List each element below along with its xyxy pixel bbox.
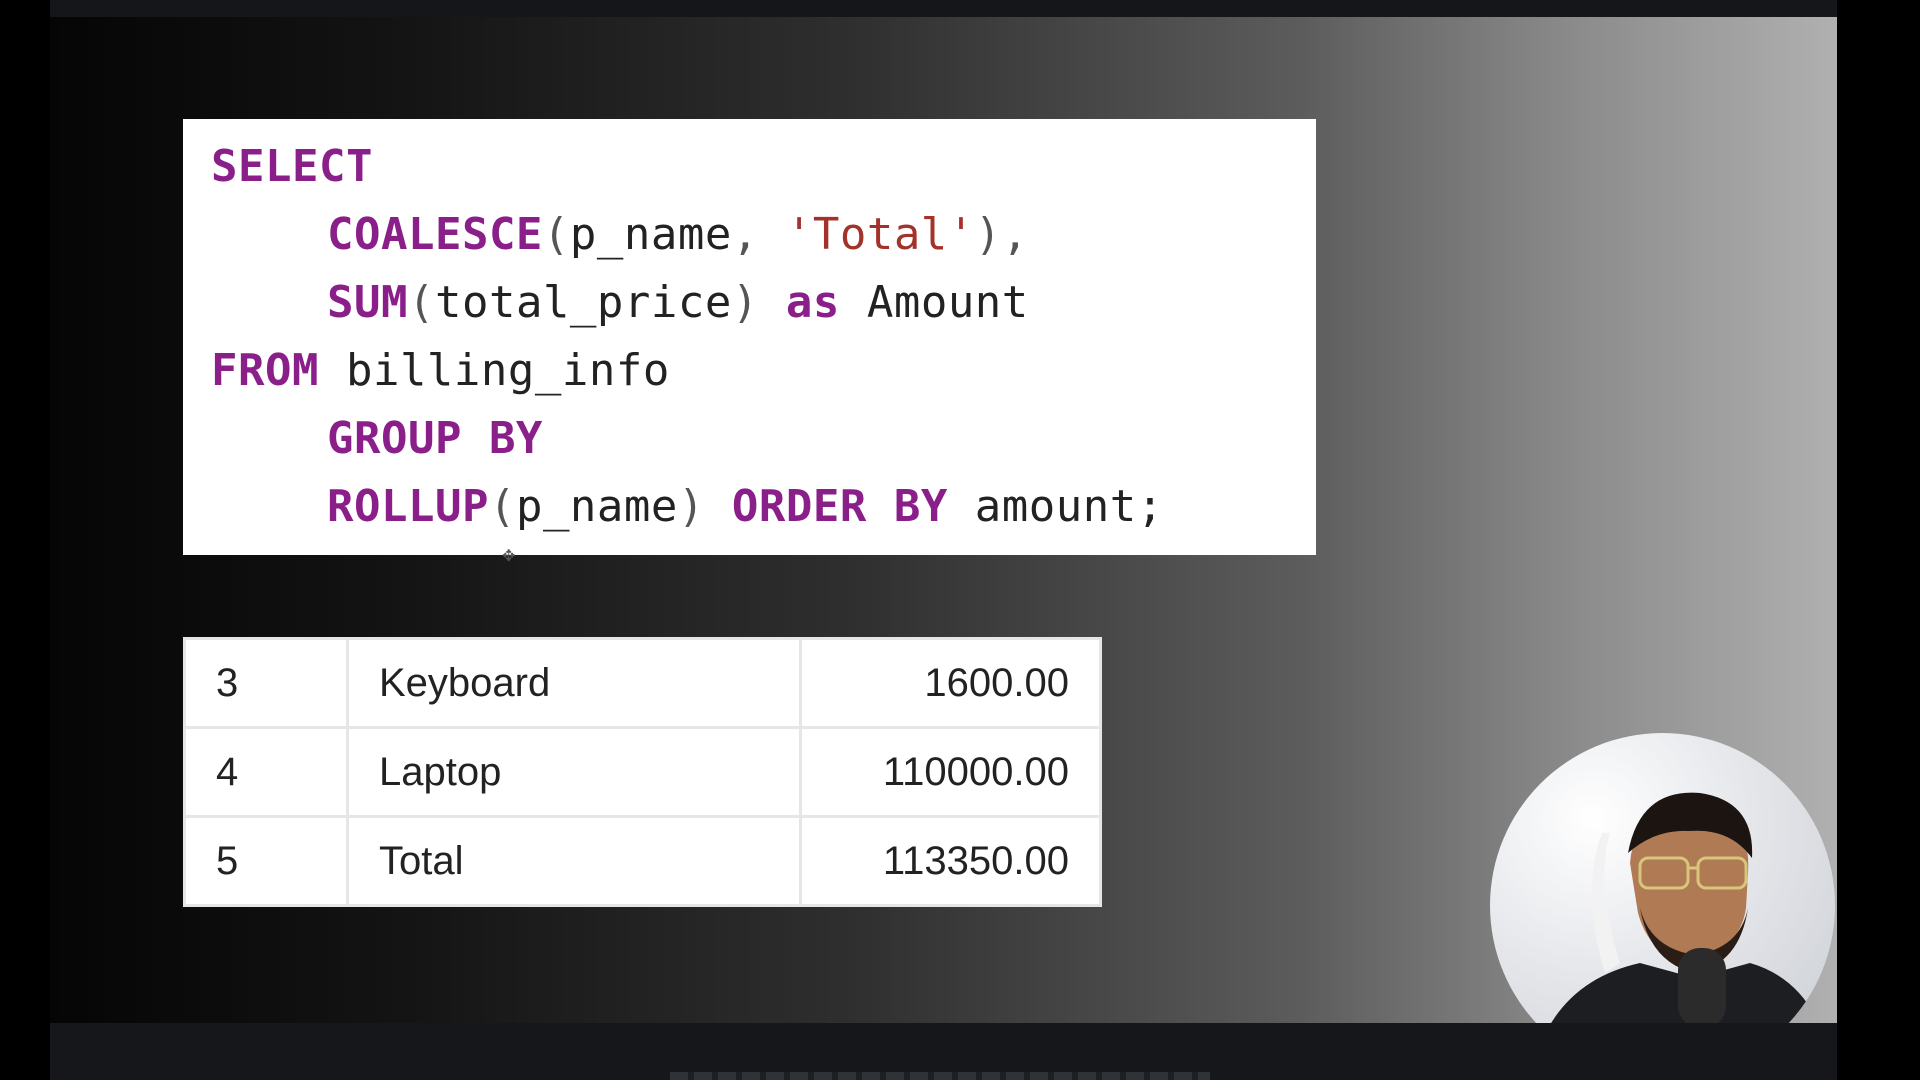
product-name-cell: Laptop [346, 726, 802, 818]
amount-cell: 1600.00 [799, 637, 1102, 729]
code-token: total_price [434, 277, 732, 328]
code-token: COALESCE [327, 209, 543, 260]
bottom-caption-strip [670, 1072, 1210, 1080]
code-token: 'Total' [785, 209, 975, 260]
code-token: ( [542, 209, 570, 260]
code-token: p_name [515, 481, 678, 532]
code-token: ( [407, 277, 435, 328]
code-token: ORDER BY [731, 481, 948, 532]
code-token: FROM [211, 345, 319, 396]
code-token: GROUP BY [327, 413, 543, 464]
code-token: SELECT [211, 141, 373, 192]
code-token: ), [974, 209, 1029, 260]
code-token: , [731, 209, 786, 260]
video-frame: SELECT COALESCE(p_name, 'Total'), SUM(tota… [0, 0, 1920, 1080]
row-number-cell: 5 [183, 815, 349, 907]
code-token: Amount [839, 277, 1029, 328]
table-row: 5 Total 113350.00 [183, 815, 1102, 907]
code-token: ROLLUP [327, 481, 489, 532]
top-bar [50, 0, 1837, 17]
code-line: GROUP BY [211, 405, 1288, 473]
code-token: SUM [327, 277, 408, 328]
code-line: COALESCE(p_name, 'Total'), [211, 201, 1288, 269]
code-line: SELECT [211, 133, 1288, 201]
product-name-cell: Total [346, 815, 802, 907]
amount-cell: 110000.00 [799, 726, 1102, 818]
code-line: SUM(total_price) as Amount [211, 269, 1288, 337]
query-result-table: 3 Keyboard 1600.00 4 Laptop 110000.00 5 Total 11… [183, 637, 1102, 907]
code-token: as [785, 277, 840, 328]
product-name-cell: Keyboard [346, 637, 802, 729]
row-number-cell: 4 [183, 726, 349, 818]
code-token: ) [731, 277, 786, 328]
code-token: amount; [947, 481, 1164, 532]
row-number-cell: 3 [183, 637, 349, 729]
code-token: ) [677, 481, 732, 532]
code-token: billing_info [318, 345, 670, 396]
code-line: ROLLUP(p_name) ORDER BY amount; [211, 473, 1288, 541]
table-row: 3 Keyboard 1600.00 [183, 637, 1102, 729]
mouse-cursor-icon: ✥ [502, 548, 516, 565]
code-token: p_name [569, 209, 732, 260]
code-token: ( [488, 481, 516, 532]
amount-cell: 113350.00 [799, 815, 1102, 907]
table-row: 4 Laptop 110000.00 [183, 726, 1102, 818]
sql-code-card: SELECT COALESCE(p_name, 'Total'), SUM(tota… [183, 119, 1316, 555]
code-line: FROM billing_info [211, 337, 1288, 405]
